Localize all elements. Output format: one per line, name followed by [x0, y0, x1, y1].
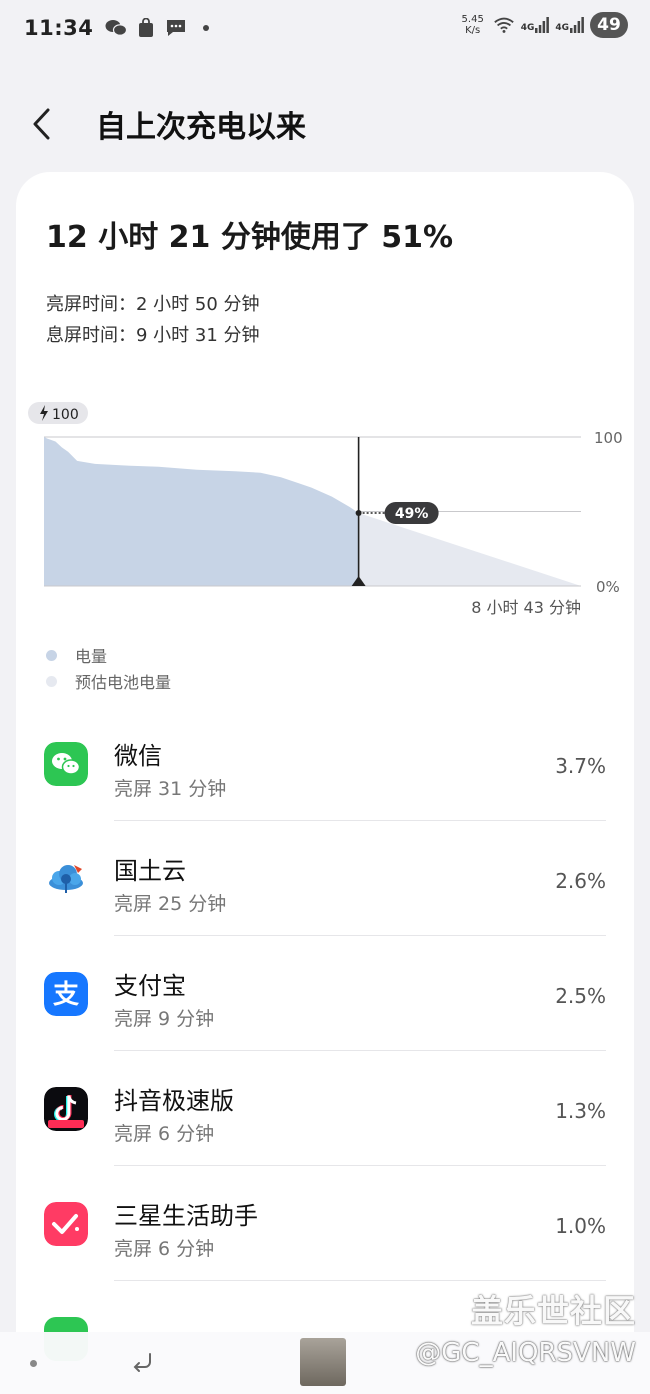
- battery-chart-svg: 49% 100 100 0% 8 小时 43 分钟: [28, 402, 623, 617]
- signal-4g-2: 4G: [555, 17, 584, 33]
- dot-icon: [195, 18, 217, 38]
- estimate-area: [358, 512, 581, 586]
- svg-text:支: 支: [53, 980, 79, 1010]
- page-title: 自上次充电以来: [96, 110, 306, 145]
- app-screen-time: 亮屏 25 分钟: [114, 893, 227, 915]
- cloud-icon: [44, 857, 88, 901]
- app-row-douyin[interactable]: 抖音极速版 亮屏 6 分钟 1.3%: [16, 1051, 634, 1166]
- battery-area: [44, 437, 359, 586]
- chevron-left-icon: [33, 108, 50, 140]
- charge-badge-label: 100: [52, 407, 79, 423]
- message-icon: [165, 18, 187, 38]
- remaining-time-label: 8 小时 43 分钟: [471, 598, 581, 617]
- battery-chart[interactable]: 49% 100 100 0% 8 小时 43 分钟: [16, 400, 634, 620]
- status-time: 11:34: [24, 16, 94, 40]
- battery-level: 49: [590, 12, 628, 38]
- app-row-wechat[interactable]: 微信 亮屏 31 分钟 3.7%: [16, 706, 634, 821]
- legend-label-estimate: 预估电池电量: [75, 673, 172, 692]
- screen-on-time: 亮屏时间：2 小时 50 分钟: [46, 294, 260, 315]
- net-speed-unit: K/s: [465, 25, 481, 36]
- app-name: 抖音极速版: [114, 1087, 234, 1115]
- nav-back-button[interactable]: [128, 1346, 158, 1376]
- app-row-samsung-assistant[interactable]: 三星生活助手 亮屏 6 分钟 1.0%: [16, 1166, 634, 1281]
- current-percent-label: 49%: [395, 506, 429, 522]
- status-system-icons: 5.45 K/s 4G 4G 49: [459, 12, 628, 38]
- app-name: 微信: [114, 742, 162, 770]
- signal-4g-1-label: 4G: [520, 23, 535, 33]
- net-speed: 5.45 K/s: [459, 14, 487, 36]
- bag-icon: [135, 18, 157, 38]
- screen-off-time: 息屏时间：9 小时 31 分钟: [46, 325, 260, 346]
- signal-4g-2-label: 4G: [555, 23, 569, 33]
- nav-dot[interactable]: [30, 1360, 37, 1367]
- usage-summary: 12 小时 21 分钟使用了 51%: [46, 220, 454, 255]
- app-screen-time: 亮屏 9 分钟: [114, 1008, 215, 1030]
- signal-4g-1: 4G: [521, 17, 550, 33]
- y-axis-max-label: 100: [594, 429, 623, 447]
- app-name: 三星生活助手: [114, 1202, 258, 1230]
- app-row-guotuyun[interactable]: 国土云 亮屏 25 分钟 2.6%: [16, 821, 634, 936]
- wechat-icon: [105, 18, 128, 38]
- app-screen-time: 亮屏 6 分钟: [114, 1238, 215, 1260]
- app-name: 支付宝: [114, 972, 186, 1000]
- y-axis-min-label: 0%: [596, 578, 620, 596]
- app-percent: 2.5%: [555, 984, 606, 1008]
- thumbnail-image[interactable]: [300, 1338, 346, 1386]
- legend-item-estimate: 预估电池电量: [46, 668, 171, 694]
- app-name: 国土云: [114, 857, 186, 885]
- app-screen-time: 亮屏 31 分钟: [114, 778, 227, 800]
- header: 自上次充电以来: [0, 96, 650, 152]
- chart-legend: 电量 预估电池电量: [46, 642, 171, 694]
- net-speed-value: 5.45: [461, 14, 484, 25]
- app-row-alipay[interactable]: 支 支付宝 亮屏 9 分钟 2.5%: [16, 936, 634, 1051]
- douyin-icon: [44, 1087, 88, 1131]
- wifi-icon: [493, 15, 515, 35]
- legend-dot-estimate: [46, 675, 57, 687]
- back-button[interactable]: [30, 96, 90, 152]
- signal-bars-icon: [535, 17, 550, 33]
- app-percent: 2.6%: [555, 869, 606, 893]
- app-percent: 1.0%: [555, 1214, 606, 1238]
- legend-label-battery: 电量: [75, 647, 108, 666]
- signal-bars-icon: [570, 17, 584, 33]
- watermark-site: 盖乐世社区: [470, 1292, 636, 1330]
- return-icon: [133, 1353, 151, 1372]
- alipay-icon: 支: [44, 972, 88, 1016]
- wechat-icon: [44, 742, 88, 786]
- status-notification-icons: [105, 18, 217, 38]
- checkmark-icon: [44, 1202, 88, 1246]
- watermark-user: @GC_AIQRSVNW: [415, 1338, 636, 1368]
- app-screen-time: 亮屏 6 分钟: [114, 1123, 215, 1145]
- legend-dot-battery: [46, 649, 57, 661]
- app-percent: 1.3%: [555, 1099, 606, 1123]
- status-bar: 11:34 5.45 K/s 4G 4G 49: [0, 0, 650, 56]
- battery-usage-card: 12 小时 21 分钟使用了 51% 亮屏时间：2 小时 50 分钟 息屏时间：…: [16, 172, 634, 1394]
- legend-item-battery: 电量: [46, 642, 171, 668]
- app-percent: 3.7%: [555, 754, 606, 778]
